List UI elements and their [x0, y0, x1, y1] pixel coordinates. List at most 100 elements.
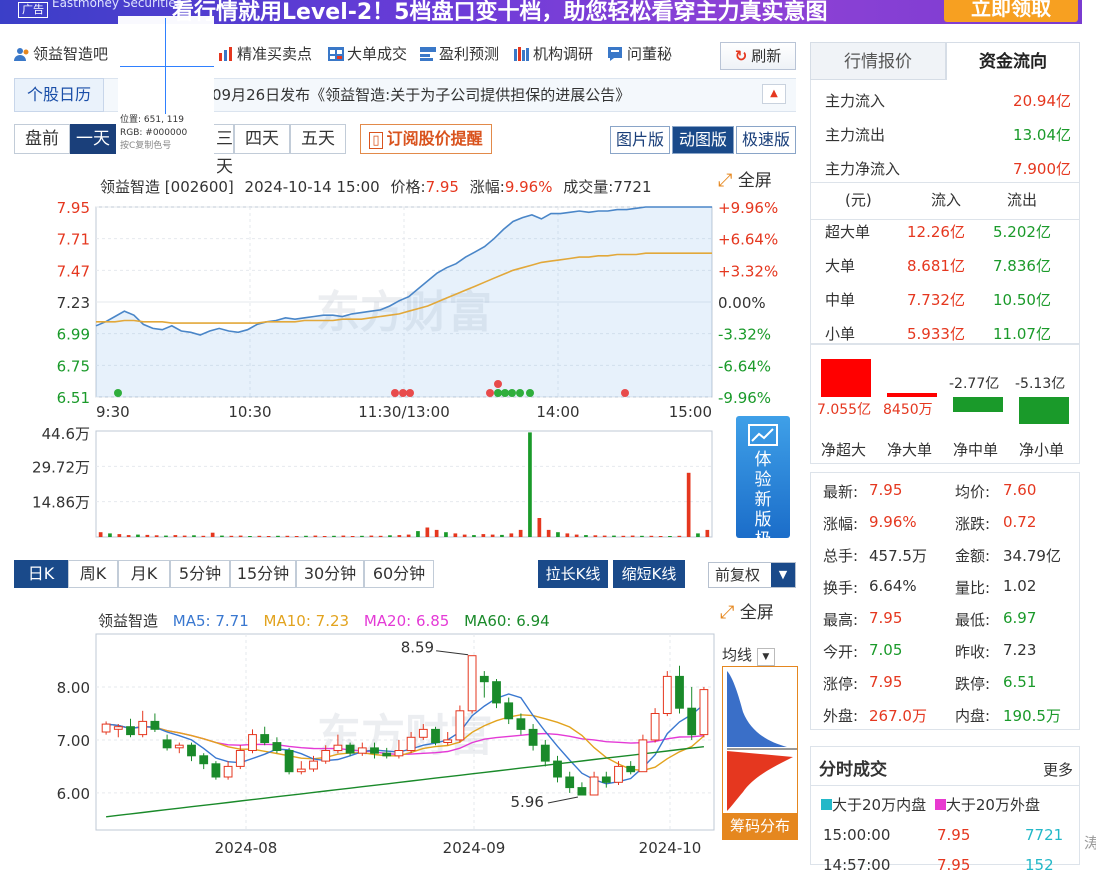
- candle-body[interactable]: [638, 739, 648, 773]
- signal-dot[interactable]: [391, 389, 399, 397]
- candle-body[interactable]: [235, 750, 245, 767]
- signal-dot[interactable]: [508, 389, 516, 397]
- shorten-kline-button[interactable]: 缩短K线: [613, 560, 685, 588]
- chip-distribution-button[interactable]: 筹码分布: [723, 813, 797, 839]
- tab-kline-1[interactable]: 周K: [68, 560, 118, 588]
- candle-body[interactable]: [199, 755, 209, 765]
- candle-body[interactable]: [687, 707, 697, 736]
- candle-body[interactable]: [577, 787, 587, 796]
- candle-body[interactable]: [345, 744, 355, 754]
- candle-body[interactable]: [187, 744, 196, 757]
- signal-dot[interactable]: [486, 389, 494, 397]
- candle-body[interactable]: [284, 750, 294, 773]
- tab-quote[interactable]: 行情报价: [810, 42, 946, 80]
- tab-fund-flow[interactable]: 资金流向: [946, 42, 1080, 80]
- candle-body[interactable]: [272, 742, 282, 751]
- candle-body[interactable]: [431, 728, 440, 744]
- signal-dot[interactable]: [526, 389, 534, 397]
- toolbar-item-forum[interactable]: 领益智造吧: [14, 42, 108, 66]
- candle-body[interactable]: [601, 776, 611, 783]
- tab-kline-4[interactable]: 15分钟: [230, 560, 296, 588]
- candle-body[interactable]: [614, 765, 623, 783]
- tab-animated-version[interactable]: 动图版: [672, 126, 734, 154]
- intraday-fullscreen-button[interactable]: ⤢ 全屏: [718, 166, 772, 191]
- toolbar-item-signals[interactable]: 精准买卖点: [218, 42, 312, 66]
- candle-body[interactable]: [492, 681, 501, 704]
- stock-calendar-button[interactable]: 个股日历: [14, 78, 104, 112]
- toolbar-item-forecast[interactable]: 盈利预测: [420, 42, 499, 66]
- candle-body[interactable]: [138, 720, 148, 736]
- ticks-more-link[interactable]: 更多: [1043, 759, 1073, 780]
- candle-body[interactable]: [516, 718, 526, 730]
- candle-body[interactable]: [162, 739, 172, 749]
- candle-body[interactable]: [309, 760, 318, 770]
- signal-dot[interactable]: [114, 389, 122, 397]
- signal-dot[interactable]: [406, 389, 414, 397]
- signal-dot[interactable]: [621, 389, 629, 397]
- candle-body[interactable]: [126, 726, 135, 736]
- toolbar-item-big-orders[interactable]: 大单成交: [328, 42, 407, 66]
- candle-body[interactable]: [650, 713, 660, 741]
- signal-dot[interactable]: [494, 389, 502, 397]
- signal-dot[interactable]: [501, 389, 509, 397]
- intraday-chart[interactable]: 7.95 +9.96% 7.71 +6.64% 7.47 +3.32% 7.23 0.00% 6…: [0, 195, 800, 545]
- candle-body[interactable]: [406, 736, 416, 752]
- tab-premarket[interactable]: 盘前: [14, 124, 70, 154]
- tab-image-version[interactable]: 图片版: [610, 126, 670, 154]
- candle-body[interactable]: [540, 744, 550, 762]
- candle-body[interactable]: [321, 750, 331, 762]
- tab-one-day[interactable]: 一天: [70, 124, 116, 154]
- subscribe-price-alert-button[interactable]: ▯ 订阅股价提醒: [360, 124, 492, 154]
- candle-body[interactable]: [553, 760, 562, 778]
- candle-body[interactable]: [626, 765, 636, 773]
- signal-dot[interactable]: [494, 380, 502, 388]
- candle-body[interactable]: [333, 744, 343, 751]
- candle-body[interactable]: [370, 747, 379, 754]
- banner-cta-button[interactable]: 立即领取: [944, 0, 1078, 22]
- candle-body[interactable]: [418, 728, 428, 738]
- candle-body[interactable]: [150, 720, 160, 730]
- kline-chart[interactable]: 8.007.006.002024-08 2024-09 2024-10东方财富8.5…: [0, 628, 800, 865]
- tab-three-day[interactable]: 三天: [214, 124, 234, 177]
- signal-dot[interactable]: [399, 389, 407, 397]
- toolbar-item-ask-secretary[interactable]: 问董秘: [608, 42, 672, 66]
- adjust-select[interactable]: 前复权 ▼: [708, 562, 796, 588]
- tab-five-day[interactable]: 五天: [290, 124, 346, 154]
- candle-body[interactable]: [455, 710, 465, 741]
- candle-body[interactable]: [467, 655, 477, 712]
- candle-body[interactable]: [699, 689, 709, 736]
- candle-body[interactable]: [504, 702, 514, 720]
- candle-body[interactable]: [174, 744, 184, 749]
- candle-body[interactable]: [357, 747, 367, 754]
- tab-kline-2[interactable]: 月K: [118, 560, 170, 588]
- chip-distribution-panel[interactable]: 筹码分布: [722, 666, 798, 840]
- candle-body[interactable]: [248, 734, 257, 751]
- tab-kline-5[interactable]: 30分钟: [296, 560, 364, 588]
- candle-body[interactable]: [101, 723, 111, 733]
- tab-kline-3[interactable]: 5分钟: [170, 560, 230, 588]
- toolbar-item-research[interactable]: 机构调研: [514, 42, 593, 66]
- candle-body[interactable]: [662, 675, 672, 714]
- signal-dot[interactable]: [516, 389, 524, 397]
- candle-body[interactable]: [479, 675, 489, 683]
- candle-body[interactable]: [443, 739, 453, 744]
- candle-body[interactable]: [211, 763, 221, 778]
- tab-fast-version[interactable]: 极速版: [736, 126, 796, 154]
- candle-body[interactable]: [565, 776, 575, 789]
- tab-kline-0[interactable]: 日K: [14, 560, 68, 588]
- new-version-promo[interactable]: 体验新版极速行情: [736, 416, 790, 610]
- candle-body[interactable]: [113, 726, 123, 730]
- candle-body[interactable]: [260, 734, 270, 743]
- candle-body[interactable]: [589, 776, 599, 796]
- kline-fullscreen-button[interactable]: ⤢ 全屏: [720, 598, 774, 623]
- candle-body[interactable]: [528, 728, 538, 746]
- announcement-text[interactable]: 09月26日发布《领益智造:关于为子公司提供担保的进展公告》: [212, 79, 630, 111]
- candle-body[interactable]: [675, 675, 684, 709]
- candle-body[interactable]: [382, 752, 392, 757]
- tab-four-day[interactable]: 四天: [234, 124, 290, 154]
- candle-body[interactable]: [223, 765, 233, 778]
- refresh-button[interactable]: ↻ 刷新: [720, 42, 796, 70]
- candle-body[interactable]: [394, 750, 404, 757]
- extend-kline-button[interactable]: 拉长K线: [538, 560, 608, 588]
- collapse-up-icon[interactable]: ▲: [762, 84, 786, 104]
